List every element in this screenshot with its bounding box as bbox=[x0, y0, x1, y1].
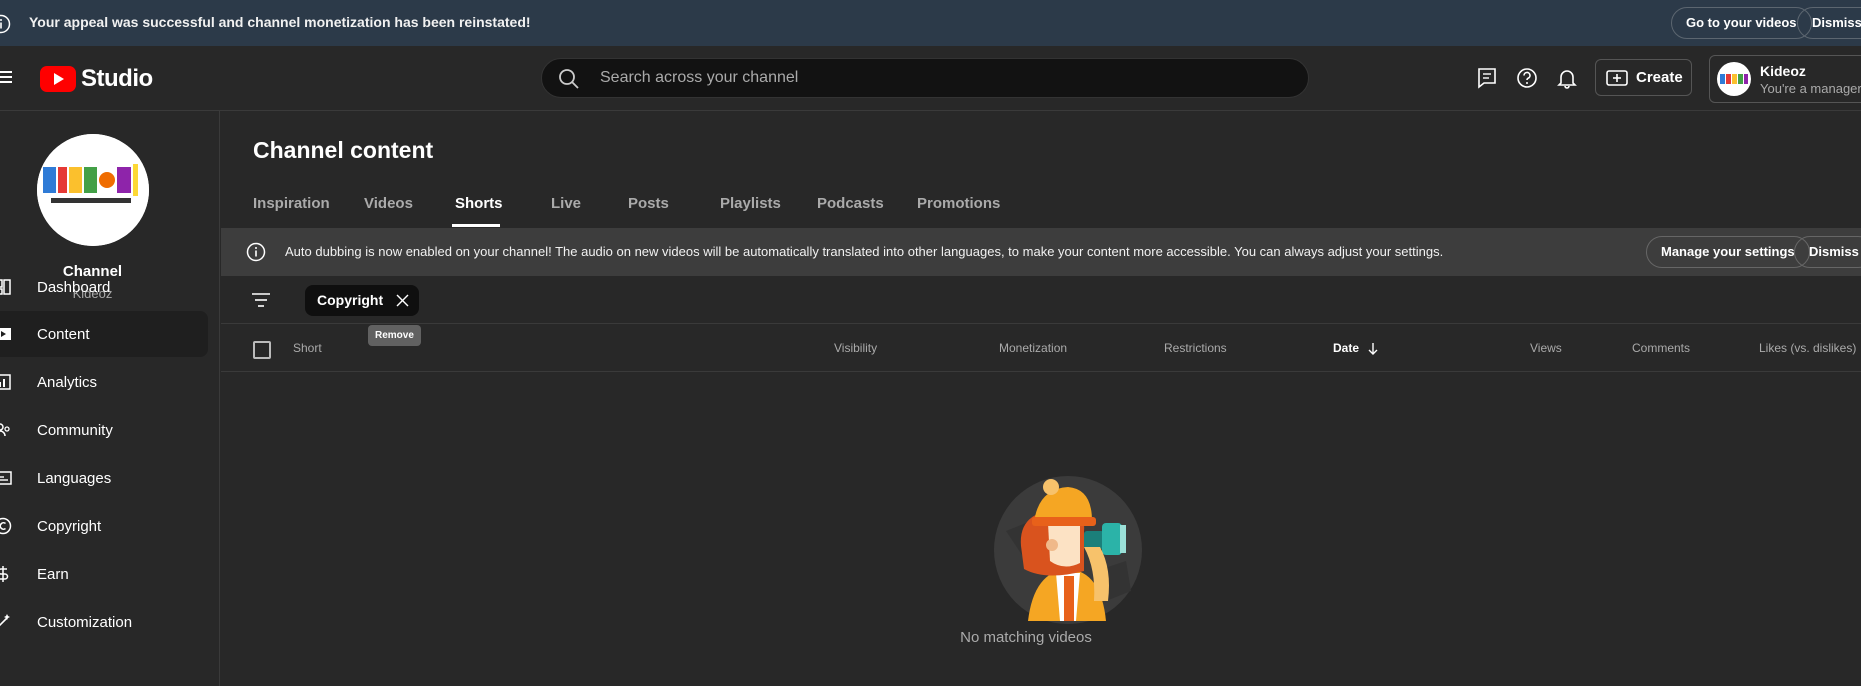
account-role: You're a manager bbox=[1760, 81, 1861, 96]
select-all-checkbox[interactable] bbox=[253, 341, 271, 359]
tab-shorts[interactable]: Shorts bbox=[455, 195, 503, 212]
search-input[interactable] bbox=[598, 59, 1278, 97]
sidebar-item-label: Dashboard bbox=[37, 278, 111, 296]
sidebar-item-label: Analytics bbox=[37, 373, 98, 391]
community-icon bbox=[0, 423, 10, 437]
column-short: Short bbox=[293, 341, 322, 355]
sidebar-item-dashboard[interactable]: Dashboard bbox=[0, 264, 208, 310]
analytics-icon bbox=[0, 374, 11, 390]
help-icon[interactable] bbox=[1516, 67, 1538, 89]
column-date-label: Date bbox=[1333, 341, 1360, 355]
sidebar-item-copyright[interactable]: Copyright bbox=[0, 503, 208, 549]
sidebar-item-label: Copyright bbox=[37, 517, 102, 535]
filter-icon[interactable] bbox=[251, 291, 271, 309]
sidebar-item-analytics[interactable]: Analytics bbox=[0, 359, 208, 405]
search-bar bbox=[541, 58, 1309, 98]
content-icon bbox=[0, 328, 11, 340]
dismiss-dubbing-button[interactable]: Dismiss bbox=[1794, 236, 1861, 268]
create-label: Create bbox=[1636, 69, 1683, 86]
column-monetization[interactable]: Monetization bbox=[999, 341, 1067, 355]
banner-message: Your appeal was successful and channel m… bbox=[29, 14, 531, 30]
account-avatar bbox=[1717, 62, 1751, 96]
tab-posts[interactable]: Posts bbox=[628, 195, 669, 212]
customization-icon bbox=[0, 614, 10, 627]
column-date[interactable]: Date bbox=[1333, 341, 1378, 355]
sidebar-item-content[interactable]: Content bbox=[0, 311, 208, 357]
manage-settings-button[interactable]: Manage your settings bbox=[1646, 236, 1810, 268]
table-header: Short Visibility Monetization Restrictio… bbox=[221, 324, 1861, 372]
studio-label: Studio bbox=[81, 65, 153, 92]
filter-chip-copyright[interactable]: Copyright bbox=[305, 285, 420, 316]
sidebar: Channel Kideoz Dashboard Content Analyti… bbox=[0, 111, 220, 686]
column-visibility[interactable]: Visibility bbox=[834, 341, 877, 355]
dismiss-banner-button[interactable]: Dismiss bbox=[1797, 7, 1861, 39]
column-views[interactable]: Views bbox=[1530, 341, 1562, 355]
channel-avatar[interactable] bbox=[37, 134, 149, 246]
header: Studio Create Kid bbox=[0, 46, 1861, 111]
feedback-icon[interactable] bbox=[1476, 67, 1498, 89]
auto-dubbing-banner: Auto dubbing is now enabled on your chan… bbox=[221, 228, 1861, 276]
empty-state-text: No matching videos bbox=[960, 629, 1092, 646]
add-video-icon bbox=[1606, 69, 1628, 86]
create-button[interactable]: Create bbox=[1595, 59, 1692, 96]
sidebar-item-label: Customization bbox=[37, 613, 133, 631]
tab-videos[interactable]: Videos bbox=[364, 195, 413, 212]
copyright-icon bbox=[0, 517, 12, 535]
tab-live[interactable]: Live bbox=[551, 195, 581, 212]
column-restrictions[interactable]: Restrictions bbox=[1164, 341, 1227, 355]
tab-playlists[interactable]: Playlists bbox=[720, 195, 781, 212]
tab-podcasts[interactable]: Podcasts bbox=[817, 195, 884, 212]
main-content: Channel content Inspiration Videos Short… bbox=[221, 111, 1861, 686]
dashboard-icon bbox=[0, 279, 11, 295]
close-icon[interactable] bbox=[396, 294, 409, 307]
sidebar-item-label: Content bbox=[37, 325, 90, 343]
go-to-videos-button[interactable]: Go to your videos bbox=[1671, 7, 1812, 39]
search-icon[interactable] bbox=[558, 68, 580, 90]
auto-dubbing-message: Auto dubbing is now enabled on your chan… bbox=[285, 244, 1444, 259]
active-tab-indicator bbox=[452, 224, 500, 227]
account-name: Kideoz bbox=[1760, 63, 1806, 79]
menu-icon[interactable] bbox=[0, 68, 12, 86]
column-likes[interactable]: Likes (vs. dislikes) bbox=[1759, 341, 1856, 355]
sidebar-item-customization[interactable]: Customization bbox=[0, 599, 208, 645]
sidebar-item-label: Languages bbox=[37, 469, 112, 487]
sidebar-item-label: Community bbox=[37, 421, 113, 439]
tab-inspiration[interactable]: Inspiration bbox=[253, 195, 330, 212]
page-title: Channel content bbox=[253, 137, 434, 163]
filter-bar: Copyright bbox=[221, 276, 1861, 324]
sidebar-item-languages[interactable]: Languages bbox=[0, 455, 208, 501]
studio-logo[interactable]: Studio bbox=[40, 63, 153, 95]
earn-icon bbox=[0, 566, 9, 582]
filter-chip-label: Copyright bbox=[317, 292, 384, 308]
sidebar-item-community[interactable]: Community bbox=[0, 407, 208, 453]
sort-down-icon bbox=[1368, 342, 1378, 355]
languages-icon bbox=[0, 471, 12, 485]
info-icon bbox=[246, 242, 266, 262]
youtube-logo-icon bbox=[40, 66, 76, 92]
tab-promotions[interactable]: Promotions bbox=[917, 195, 1000, 212]
account-switcher[interactable]: Kideoz You're a manager bbox=[1709, 55, 1861, 103]
column-comments[interactable]: Comments bbox=[1632, 341, 1690, 355]
info-icon bbox=[0, 14, 11, 34]
notification-banner: Your appeal was successful and channel m… bbox=[0, 0, 1861, 46]
no-results-illustration-icon bbox=[994, 476, 1142, 624]
sidebar-item-label: Earn bbox=[37, 565, 69, 583]
sidebar-item-earn[interactable]: Earn bbox=[0, 551, 208, 597]
notifications-icon[interactable] bbox=[1556, 67, 1578, 89]
